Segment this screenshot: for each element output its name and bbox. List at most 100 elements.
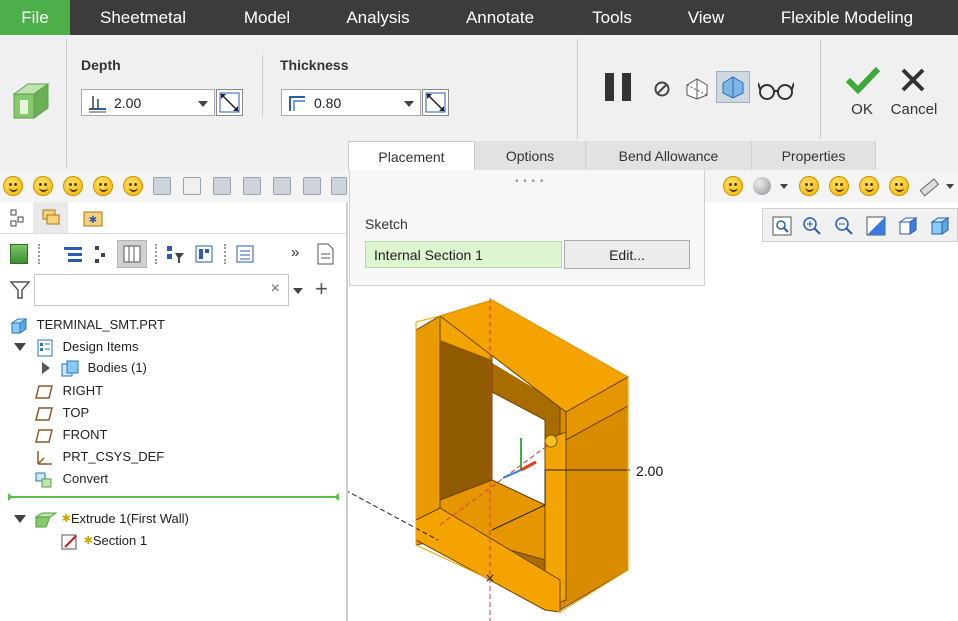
tree-columns-button[interactable] [117, 240, 147, 268]
chevron-down-icon[interactable] [946, 184, 954, 189]
tab-properties[interactable]: Properties [752, 141, 876, 170]
chevron-down-icon[interactable] [780, 184, 788, 189]
menu-tools[interactable]: Tools [582, 0, 642, 35]
collapsed-arrow-icon[interactable] [42, 362, 50, 374]
smiley-icon[interactable] [859, 176, 879, 196]
display-style-icon[interactable] [929, 215, 951, 237]
new-file-icon[interactable] [183, 177, 201, 195]
zoom-out-icon[interactable] [833, 215, 855, 237]
save-copy-icon[interactable] [273, 177, 291, 195]
tree-item-csys[interactable]: PRT_CSYS_DEF [34, 447, 164, 467]
sketch-label: Sketch [365, 216, 408, 232]
expanded-arrow-icon[interactable] [14, 343, 26, 351]
saved-orientations-icon[interactable] [897, 215, 919, 237]
tree-item-design-items[interactable]: Design Items [36, 337, 139, 357]
tree-list-icon[interactable] [62, 244, 84, 264]
tree-item-top[interactable]: TOP [34, 403, 89, 423]
bodies-icon [61, 360, 79, 377]
properties-list-icon[interactable] [235, 244, 255, 264]
datum-plane-icon [35, 406, 53, 421]
depth-dimension-label[interactable]: 2.00 [636, 463, 663, 479]
smiley-icon[interactable] [33, 176, 53, 196]
add-icon[interactable]: + [315, 278, 328, 300]
tree-label-front: FRONT [62, 427, 108, 442]
smiley-icon[interactable] [723, 176, 743, 196]
tree-label-bodies: Bodies (1) [87, 360, 147, 375]
verify-mode-button[interactable] [716, 71, 750, 103]
sketch-icon [61, 534, 77, 550]
tree-settings-icon[interactable] [194, 244, 214, 264]
tool-icon[interactable] [331, 177, 347, 195]
open-file-icon[interactable] [153, 177, 171, 195]
tree-item-bodies[interactable]: Bodies (1) [60, 358, 147, 378]
clear-icon[interactable]: × [271, 280, 280, 298]
extrude-wall-icon [12, 83, 50, 119]
menu-file[interactable]: File [0, 0, 70, 35]
save-icon[interactable] [213, 177, 231, 195]
layers-tab[interactable] [33, 202, 68, 234]
menu-analysis[interactable]: Analysis [336, 0, 420, 35]
sketch-collector[interactable]: Internal Section 1 [365, 241, 562, 268]
repaint-icon[interactable] [865, 215, 887, 237]
cancel-x-icon[interactable] [900, 67, 926, 93]
refit-icon[interactable] [771, 215, 793, 237]
tree-item-convert[interactable]: Convert [34, 469, 108, 489]
tab-bend-allowance[interactable]: Bend Allowance [586, 141, 752, 170]
no-preview-icon[interactable] [652, 79, 672, 99]
tree-label-right: RIGHT [62, 383, 104, 398]
favorites-folder-icon[interactable]: ✱ [82, 208, 104, 228]
ok-check-icon[interactable] [845, 65, 881, 95]
smiley-icon[interactable] [123, 176, 143, 196]
tree-filter-icon[interactable] [165, 244, 185, 264]
tree-item-right[interactable]: RIGHT [34, 381, 103, 401]
document-icon[interactable] [315, 242, 335, 266]
glasses-icon[interactable] [758, 79, 794, 101]
smiley-icon[interactable] [799, 176, 819, 196]
menu-sheetmetal[interactable]: Sheetmetal [88, 0, 198, 35]
tree-search-field[interactable]: × [34, 274, 289, 306]
zoom-in-icon[interactable] [801, 215, 823, 237]
tree-item-extrude[interactable]: ✱Extrude 1(First Wall) [34, 509, 189, 529]
flip-depth-button[interactable] [216, 89, 243, 116]
smiley-icon[interactable] [93, 176, 113, 196]
tree-collapse-icon[interactable] [92, 244, 108, 264]
drag-grip-icon[interactable]: • • • • [515, 176, 544, 187]
smiley-icon[interactable] [63, 176, 83, 196]
appearance-sphere-icon[interactable] [753, 177, 771, 195]
expanded-arrow-icon[interactable] [14, 515, 26, 523]
thickness-combo[interactable]: 0.80 [281, 89, 421, 116]
flip-thickness-button[interactable] [422, 89, 449, 116]
edit-icon[interactable] [303, 177, 321, 195]
tree-item-section[interactable]: ✱Section 1 [60, 531, 147, 551]
more-chevron-icon[interactable]: » [291, 244, 299, 261]
menu-view[interactable]: View [677, 0, 735, 35]
edit-sketch-button[interactable]: Edit... [564, 240, 690, 269]
ok-label[interactable]: OK [842, 101, 882, 118]
cancel-label[interactable]: Cancel [886, 101, 942, 118]
menu-flexible-modeling[interactable]: Flexible Modeling [768, 0, 926, 35]
verify-icon [722, 76, 744, 99]
tab-options[interactable]: Options [475, 141, 586, 170]
folder-icon[interactable] [243, 177, 261, 195]
smiley-icon[interactable] [3, 176, 23, 196]
show-icon[interactable] [10, 244, 28, 264]
thickness-icon [289, 96, 305, 111]
menu-annotate[interactable]: Annotate [455, 0, 545, 35]
model-tree-tab-icon[interactable] [8, 208, 28, 228]
smiley-icon[interactable] [829, 176, 849, 196]
tree-label-top: TOP [62, 405, 90, 420]
insert-indicator[interactable] [10, 496, 338, 498]
model-tree-panel: ✱ » × + TERMINAL_SMT.PRT Design Items Bo… [0, 202, 346, 621]
pause-icon[interactable] [603, 71, 635, 103]
tab-placement[interactable]: Placement [348, 141, 475, 170]
tree-item-front[interactable]: FRONT [34, 425, 107, 445]
menu-model[interactable]: Model [230, 0, 304, 35]
geometry-preview-icon[interactable] [683, 75, 711, 101]
filter-funnel-icon[interactable] [9, 280, 31, 300]
tree-item-root[interactable]: TERMINAL_SMT.PRT [10, 315, 165, 335]
ruler-icon[interactable] [918, 176, 940, 198]
view-toolbar [762, 208, 958, 242]
smiley-icon[interactable] [889, 176, 909, 196]
depth-combo[interactable]: 2.00 [81, 89, 215, 116]
chevron-down-icon[interactable] [293, 288, 303, 294]
